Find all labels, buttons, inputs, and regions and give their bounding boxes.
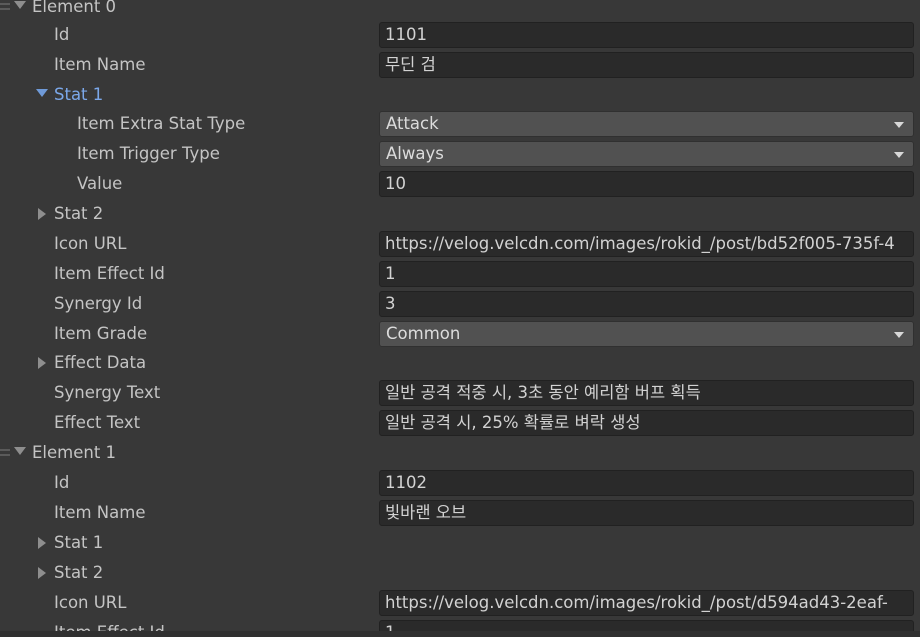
value-field[interactable]: 10 [379, 171, 914, 197]
item-name-field[interactable]: 무딘 검 [379, 52, 914, 78]
trigger-type-label: Item Trigger Type [77, 144, 220, 163]
property-row-synergy-id: Synergy Id 3 [0, 289, 920, 319]
panel-bottom-edge [0, 631, 920, 637]
id-label: Id [54, 473, 70, 492]
item-grade-label: Item Grade [54, 324, 148, 343]
stat-1-label: Stat 1 [54, 85, 104, 104]
property-row-icon-url: Icon URL https://velog.velcdn.com/images… [0, 229, 920, 259]
stat-2-foldout[interactable]: Stat 2 [0, 199, 920, 229]
item-name-label: Item Name [54, 503, 146, 522]
triangle-right-icon[interactable] [38, 357, 46, 369]
property-row-value: Value 10 [0, 169, 920, 199]
property-row-trigger-type: Item Trigger Type Always [0, 139, 920, 169]
stat-2-foldout[interactable]: Stat 2 [0, 558, 920, 588]
property-row-extra-stat-type: Item Extra Stat Type Attack [0, 109, 920, 139]
property-row-item-effect-id: Item Effect Id 1 [0, 259, 920, 289]
drag-handle-icon[interactable] [0, 3, 10, 13]
icon-url-label: Icon URL [54, 593, 127, 612]
stat-2-label: Stat 2 [54, 204, 104, 223]
item-name-label: Item Name [54, 55, 146, 74]
item-grade-value: Common [386, 324, 461, 343]
property-row-item-name: Item Name 빛바랜 오브 [0, 498, 920, 528]
item-grade-dropdown[interactable]: Common [379, 321, 914, 347]
element-0-header[interactable]: Element 0 [0, 0, 920, 22]
property-row-id: Id 1102 [0, 468, 920, 498]
synergy-text-field[interactable]: 일반 공격 적중 시, 3초 동안 예리함 버프 획득 [379, 380, 914, 406]
inspector-panel: Element 0 Id 1101 Item Name 무딘 검 Stat 1 … [0, 0, 920, 637]
drag-handle-icon[interactable] [0, 449, 10, 459]
extra-stat-type-value: Attack [386, 114, 439, 133]
property-row-item-name: Item Name 무딘 검 [0, 50, 920, 80]
extra-stat-type-dropdown[interactable]: Attack [379, 111, 914, 137]
effect-text-label: Effect Text [54, 413, 141, 432]
property-row-item-grade: Item Grade Common [0, 319, 920, 349]
stat-1-label: Stat 1 [54, 533, 104, 552]
value-label: Value [77, 174, 123, 193]
icon-url-label: Icon URL [54, 234, 127, 253]
property-row-icon-url: Icon URL https://velog.velcdn.com/images… [0, 588, 920, 618]
stat-1-foldout[interactable]: Stat 1 [0, 80, 920, 110]
triangle-down-icon[interactable] [14, 447, 26, 455]
property-row-effect-text: Effect Text 일반 공격 시, 25% 확률로 벼락 생성 [0, 408, 920, 438]
extra-stat-type-label: Item Extra Stat Type [77, 114, 246, 133]
triangle-right-icon[interactable] [38, 567, 46, 579]
trigger-type-dropdown[interactable]: Always [379, 141, 914, 167]
item-effect-id-label: Item Effect Id [54, 264, 165, 283]
trigger-type-value: Always [386, 144, 444, 163]
icon-url-field[interactable]: https://velog.velcdn.com/images/rokid_/p… [379, 231, 914, 257]
stat-1-foldout[interactable]: Stat 1 [0, 528, 920, 558]
synergy-text-label: Synergy Text [54, 383, 161, 402]
effect-data-foldout[interactable]: Effect Data [0, 348, 920, 378]
effect-data-label: Effect Data [54, 353, 147, 372]
triangle-right-icon[interactable] [38, 208, 46, 220]
triangle-right-icon[interactable] [38, 537, 46, 549]
icon-url-field[interactable]: https://velog.velcdn.com/images/rokid_/p… [379, 590, 914, 616]
element-0-label: Element 0 [32, 0, 117, 16]
element-1-header[interactable]: Element 1 [0, 438, 920, 468]
property-row-synergy-text: Synergy Text 일반 공격 적중 시, 3초 동안 예리함 버프 획득 [0, 378, 920, 408]
synergy-id-label: Synergy Id [54, 294, 143, 313]
element-1-label: Element 1 [32, 443, 117, 462]
item-name-field[interactable]: 빛바랜 오브 [379, 500, 914, 526]
chevron-down-icon [894, 152, 904, 158]
item-effect-id-field[interactable]: 1 [379, 261, 914, 287]
id-field[interactable]: 1101 [379, 22, 914, 48]
chevron-down-icon [894, 332, 904, 338]
synergy-id-field[interactable]: 3 [379, 291, 914, 317]
triangle-down-icon[interactable] [36, 89, 48, 97]
stat-2-label: Stat 2 [54, 563, 104, 582]
id-label: Id [54, 25, 70, 44]
chevron-down-icon [894, 122, 904, 128]
effect-text-field[interactable]: 일반 공격 시, 25% 확률로 벼락 생성 [379, 410, 914, 436]
triangle-down-icon[interactable] [14, 1, 26, 9]
id-field[interactable]: 1102 [379, 470, 914, 496]
property-row-id: Id 1101 [0, 20, 920, 50]
